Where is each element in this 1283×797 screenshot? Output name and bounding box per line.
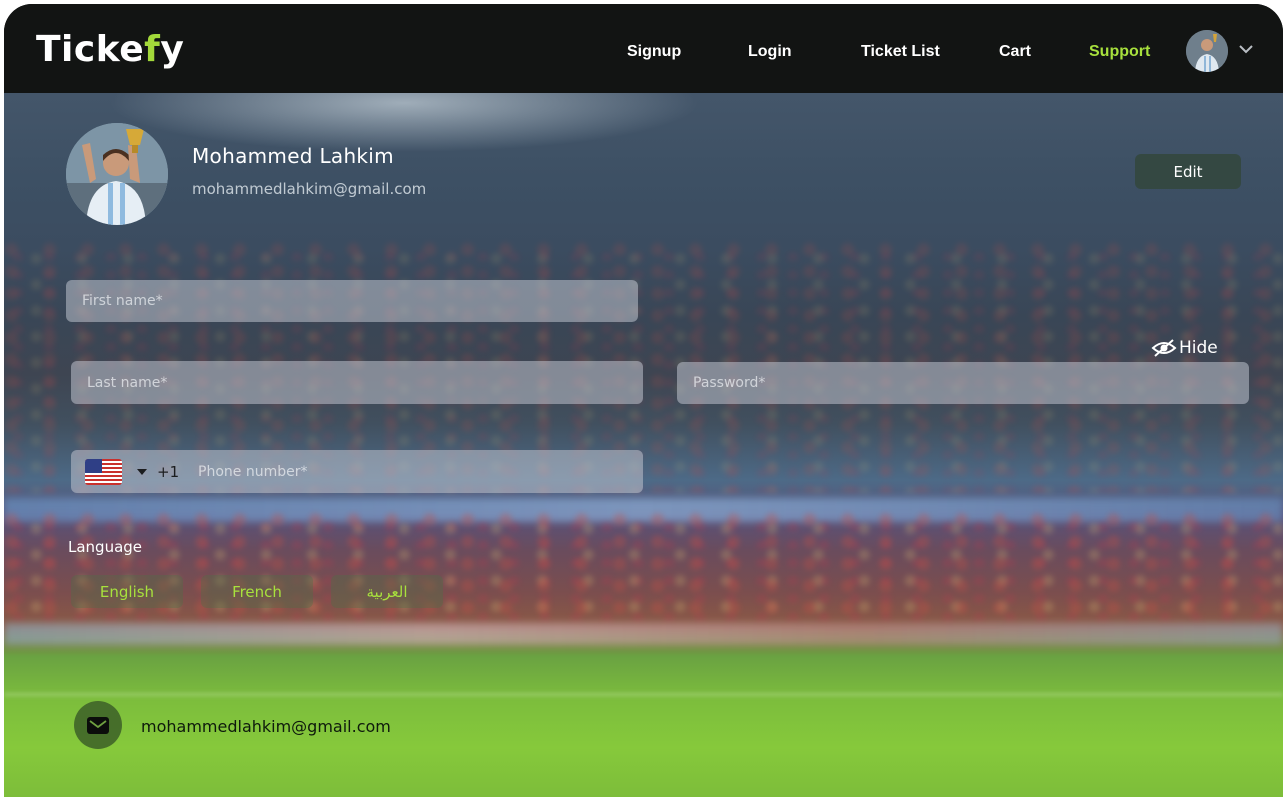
language-title: Language [68, 538, 143, 556]
hide-label: Hide [1179, 338, 1218, 358]
nav-link-support[interactable]: Support [1089, 44, 1150, 60]
mail-button[interactable] [74, 701, 122, 749]
phone-input[interactable] [184, 450, 639, 493]
profile-avatar [66, 123, 168, 225]
tickefy-logo[interactable]: Tickefy [36, 32, 184, 68]
password-input[interactable] [677, 362, 1249, 404]
stadium-background [4, 93, 1283, 797]
advertising-board [4, 623, 1283, 645]
caret-down-icon[interactable] [137, 469, 147, 475]
eye-slash-icon [1151, 339, 1177, 357]
edit-button[interactable]: Edit [1135, 154, 1241, 189]
first-name-input[interactable] [66, 280, 638, 322]
language-option-english[interactable]: English [71, 575, 183, 608]
contact-email[interactable]: mohammedlahkim@gmail.com [141, 717, 391, 736]
crowd-lower [4, 513, 1283, 623]
password-visibility-toggle[interactable]: Hide [1151, 337, 1218, 359]
phone-field: +1 [71, 450, 643, 493]
logo-text-main: Ticke [36, 29, 145, 70]
nav-link-ticket-list[interactable]: Ticket List [861, 44, 940, 60]
profile-name: Mohammed Lahkim [192, 144, 394, 168]
profile-email: mohammedlahkim@gmail.com [192, 180, 427, 198]
mail-icon [87, 716, 109, 734]
us-flag-icon[interactable] [85, 459, 122, 485]
dial-code: +1 [157, 463, 180, 481]
nav-link-cart[interactable]: Cart [999, 44, 1031, 60]
nav-link-login[interactable]: Login [748, 44, 792, 60]
profile-photo [66, 123, 168, 225]
chevron-down-icon[interactable] [1239, 44, 1253, 54]
user-avatar[interactable] [1186, 30, 1228, 72]
language-option-french[interactable]: French [201, 575, 313, 608]
pitch-line [4, 693, 1283, 696]
avatar-image [1186, 30, 1228, 72]
app-frame: Tickefy Signup Login Ticket List Cart Su… [4, 4, 1283, 797]
logo-text-accent: f [144, 29, 161, 70]
nav-link-signup[interactable]: Signup [627, 44, 681, 60]
top-navbar: Tickefy Signup Login Ticket List Cart Su… [4, 4, 1283, 93]
last-name-input[interactable] [71, 361, 643, 404]
logo-text-end: y [160, 29, 185, 70]
language-option-arabic[interactable]: العربية [331, 575, 443, 608]
